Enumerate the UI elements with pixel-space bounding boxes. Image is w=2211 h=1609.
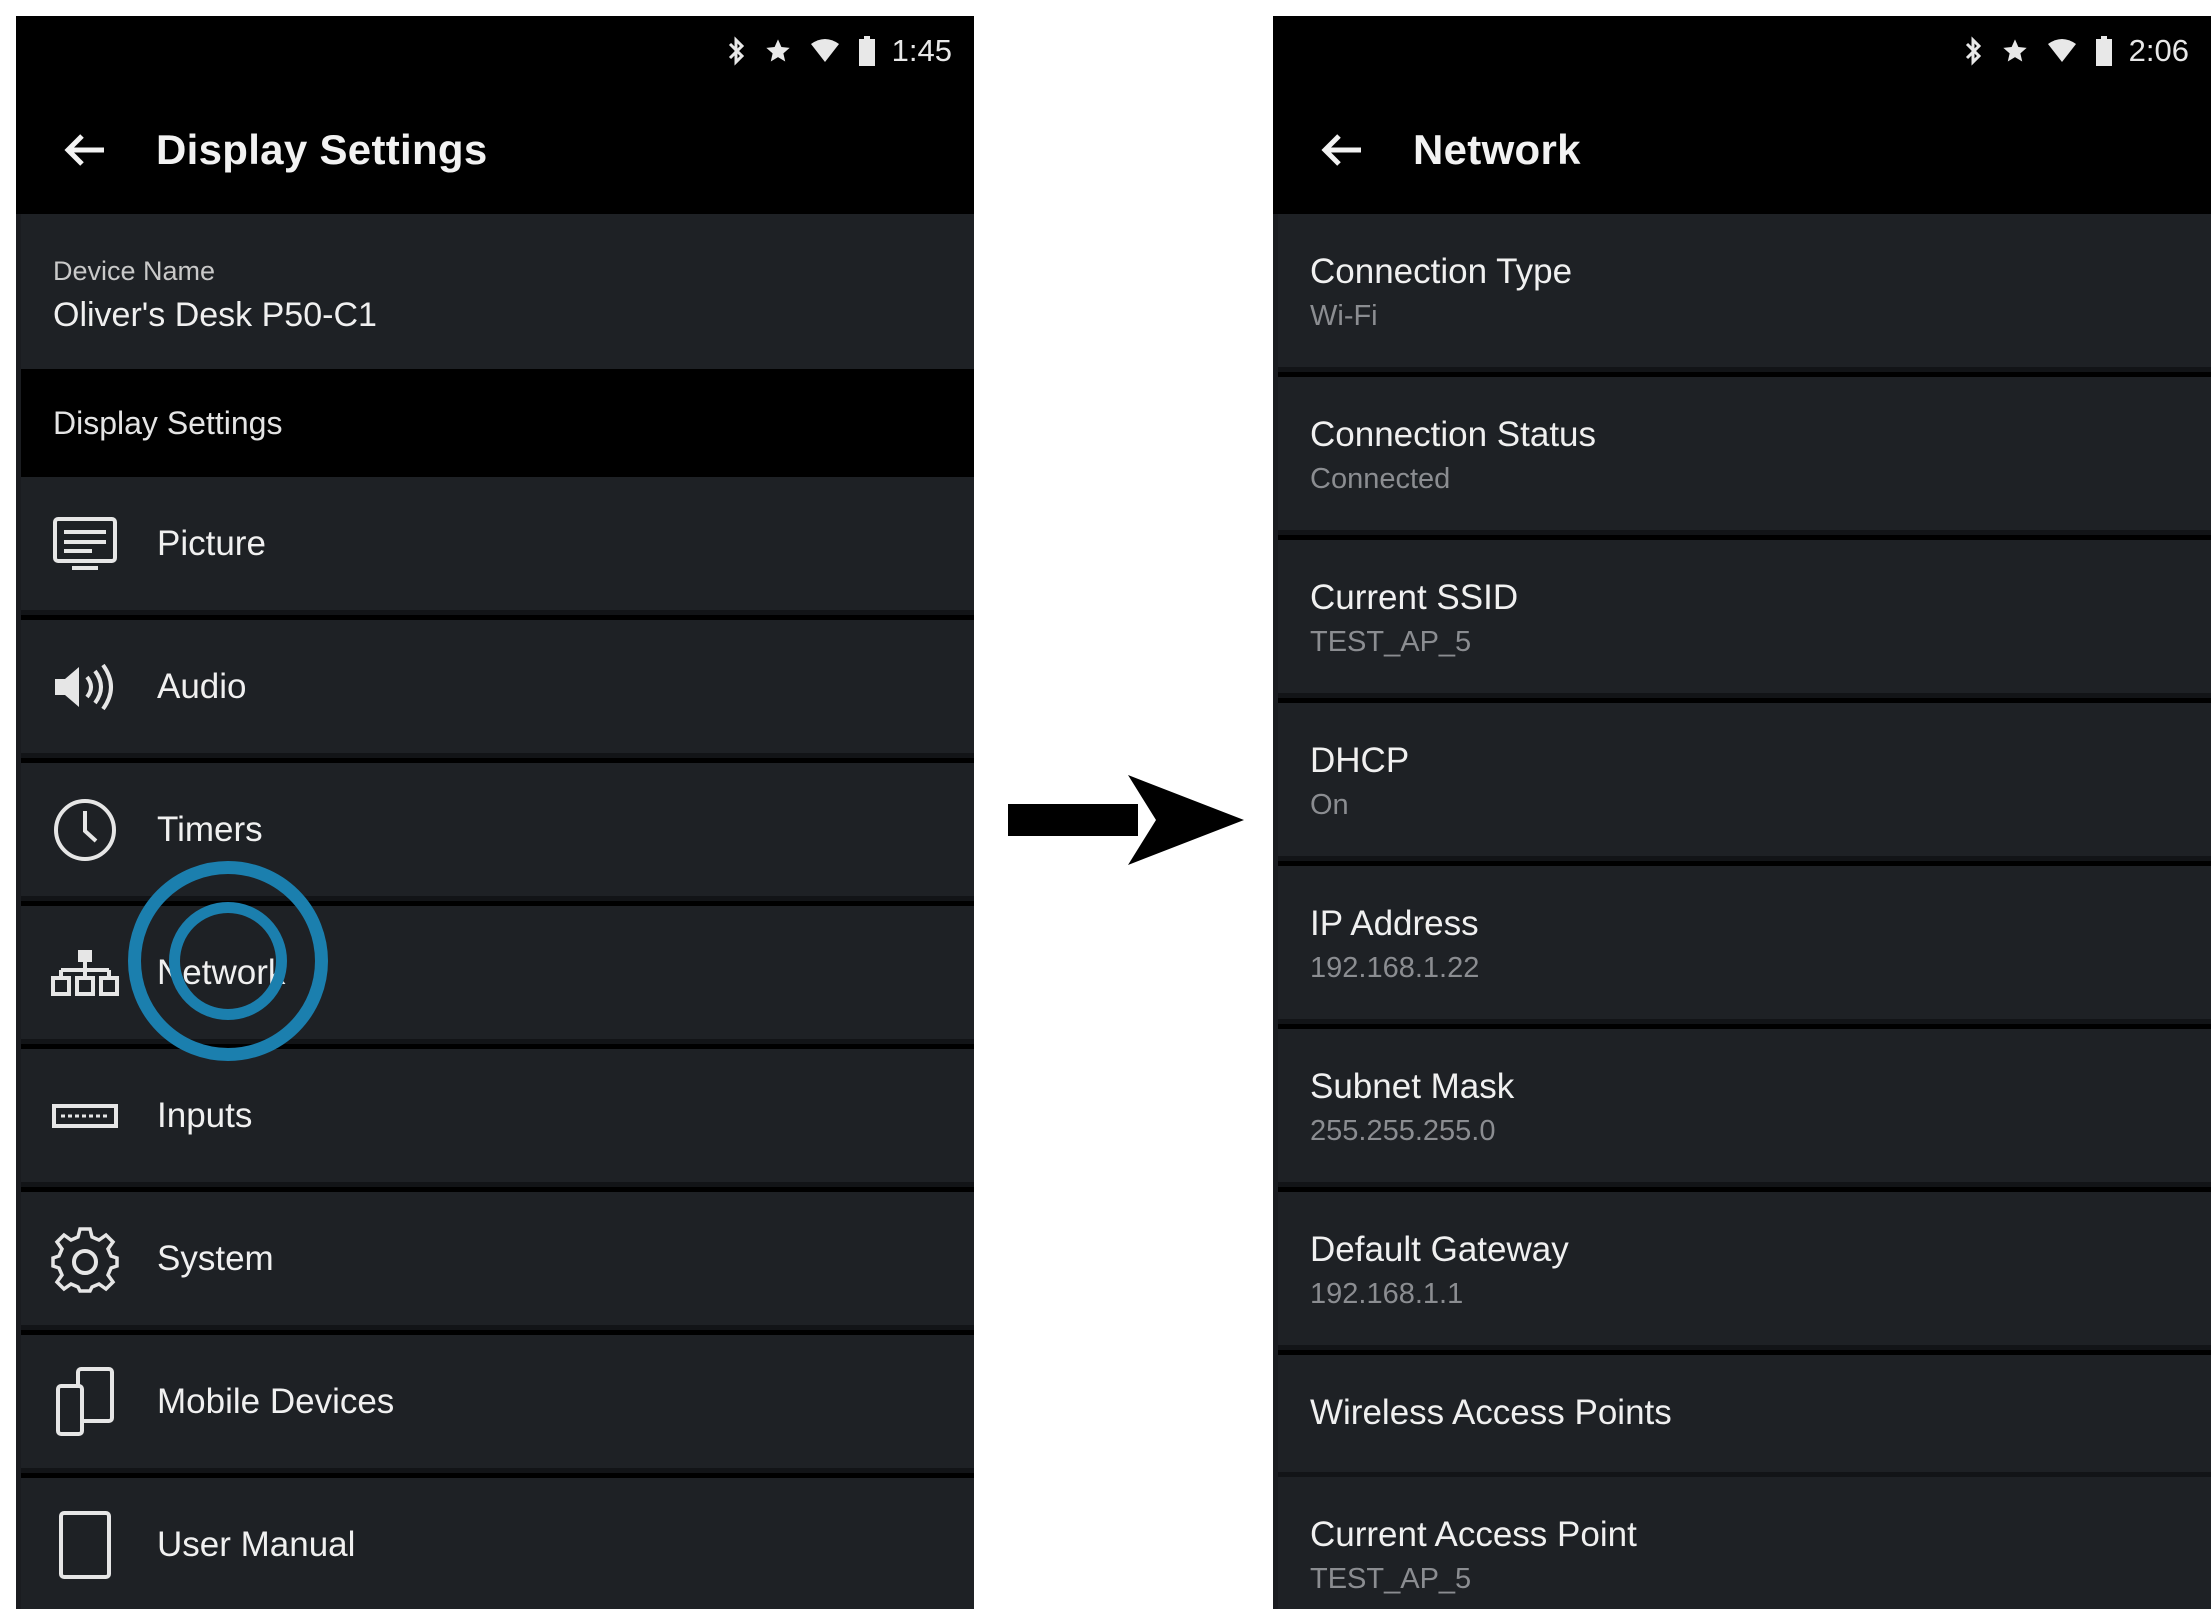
battery-icon [2095,36,2113,66]
menu-item-network[interactable]: Network [21,906,974,1044]
item-label: DHCP [1310,741,1410,780]
network-list: Connection Type Wi-Fi Connection Status … [1278,214,2211,1609]
section-header: Display Settings [21,369,974,477]
device-name-row[interactable]: Device Name Oliver's Desk P50-C1 [21,214,974,369]
network-item-current-ssid[interactable]: Current SSID TEST_AP_5 [1278,540,2211,698]
item-value: Connected [1310,463,1451,495]
app-bar: Display Settings [16,86,974,214]
transition-arrow-icon [1008,775,1244,865]
page-title: Display Settings [156,126,488,173]
star-icon [764,37,792,65]
network-item-subnet-mask[interactable]: Subnet Mask 255.255.255.0 [1278,1029,2211,1187]
network-item-dhcp[interactable]: DHCP On [1278,703,2211,861]
star-icon [2001,37,2029,65]
battery-icon [858,36,876,66]
item-label: Current SSID [1310,578,1519,617]
device-name-label: Device Name [53,256,216,286]
picture-icon [49,508,121,580]
input-icon [49,1080,121,1152]
item-value: Wi-Fi [1310,300,1378,332]
item-label: IP Address [1310,904,1479,943]
wifi-icon [810,38,840,64]
menu-item-timers[interactable]: Timers [21,763,974,901]
network-item-ip-address[interactable]: IP Address 192.168.1.22 [1278,866,2211,1024]
menu-item-label: Mobile Devices [157,1381,395,1421]
status-time: 2:06 [2128,33,2189,68]
network-item-connection-type[interactable]: Connection Type Wi-Fi [1278,214,2211,372]
item-label: Connection Status [1310,415,1597,454]
mobile-devices-icon [49,1366,121,1438]
item-value: 192.168.1.22 [1310,952,1480,984]
item-value: 255.255.255.0 [1310,1115,1496,1147]
menu-item-audio[interactable]: Audio [21,620,974,758]
network-item-connection-status[interactable]: Connection Status Connected [1278,377,2211,535]
menu-item-label: Network [157,952,286,992]
app-bar: Network [1273,86,2211,214]
settings-list: Device Name Oliver's Desk P50-C1 Display… [21,214,974,1609]
menu-item-label: Inputs [157,1095,253,1135]
item-label: Current Access Point [1310,1515,1637,1554]
status-bar: 1:45 [16,16,974,86]
menu-item-label: Timers [157,809,263,849]
menu-item-inputs[interactable]: Inputs [21,1049,974,1187]
bluetooth-icon [1963,36,1983,66]
clock-icon [49,794,121,866]
network-screen: 2:06 Network Connection Type Wi-Fi Conne… [1273,16,2211,1609]
gear-icon [49,1223,121,1295]
menu-item-picture[interactable]: Picture [21,477,974,615]
speaker-icon [49,651,121,723]
menu-item-mobile-devices[interactable]: Mobile Devices [21,1335,974,1473]
network-item-wireless-access-points[interactable]: Wireless Access Points [1278,1355,2211,1477]
back-arrow-icon[interactable] [54,119,116,181]
section-header-label: Display Settings [53,405,283,441]
network-icon [49,937,121,1009]
menu-item-user-manual[interactable]: User Manual [21,1478,974,1609]
item-value: On [1310,789,1349,821]
display-settings-screen: 1:45 Display Settings Device Name Oliver… [16,16,974,1609]
wifi-icon [2047,38,2077,64]
status-time: 1:45 [891,33,952,68]
menu-item-system[interactable]: System [21,1192,974,1330]
item-label: Default Gateway [1310,1230,1569,1269]
item-value: TEST_AP_5 [1310,626,1472,658]
item-value: TEST_AP_5 [1310,1563,1472,1595]
item-label: Wireless Access Points [1310,1393,1672,1432]
menu-item-label: Audio [157,666,247,706]
item-label: Subnet Mask [1310,1067,1515,1106]
status-bar: 2:06 [1273,16,2211,86]
tutorial-canvas: 1:45 Display Settings Device Name Oliver… [0,0,2211,1609]
device-name-value: Oliver's Desk P50-C1 [53,296,377,334]
menu-item-label: User Manual [157,1524,356,1564]
back-arrow-icon[interactable] [1311,119,1373,181]
network-item-default-gateway[interactable]: Default Gateway 192.168.1.1 [1278,1192,2211,1350]
bluetooth-icon [726,36,746,66]
menu-item-label: System [157,1238,274,1278]
menu-item-label: Picture [157,523,266,563]
page-title: Network [1413,126,1581,173]
item-label: Connection Type [1310,252,1573,291]
network-item-current-access-point[interactable]: Current Access Point TEST_AP_5 [1278,1477,2211,1609]
tablet-icon [49,1509,121,1581]
item-value: 192.168.1.1 [1310,1278,1464,1310]
